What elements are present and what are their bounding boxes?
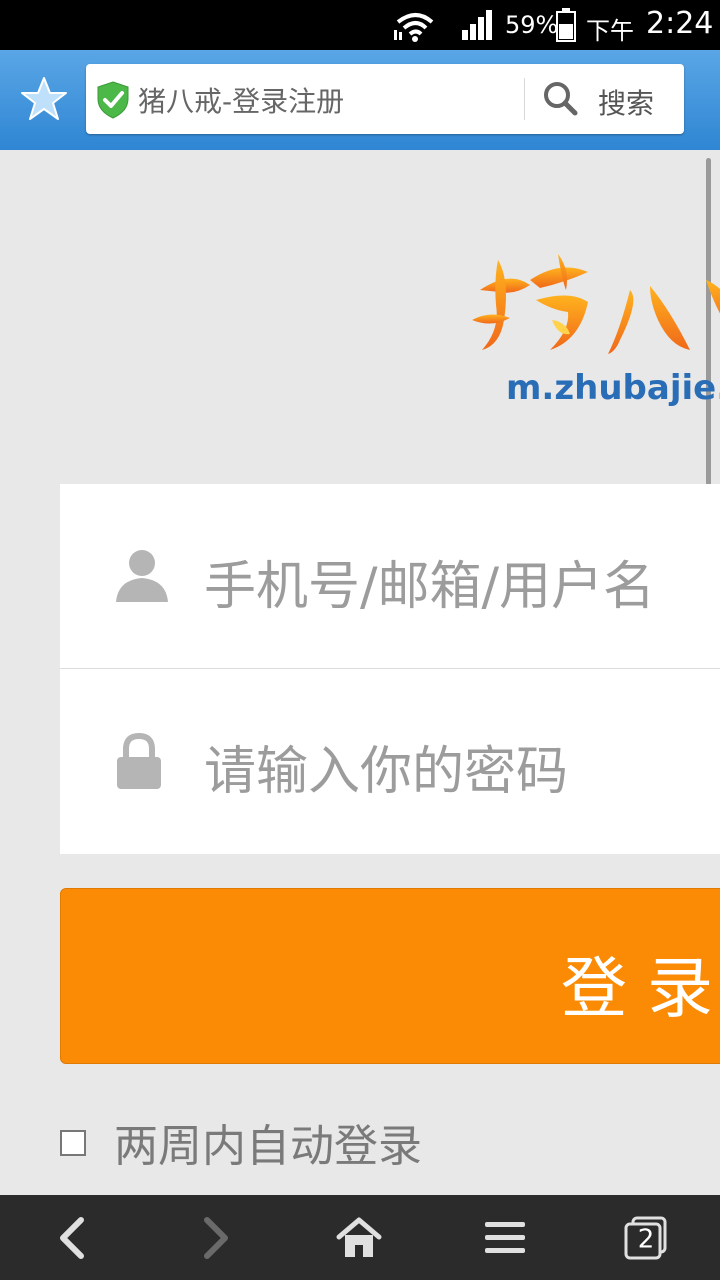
shield-check-icon: [97, 81, 129, 119]
login-button-label: 登录: [561, 950, 720, 1027]
address-divider: [524, 78, 525, 120]
chevron-left-icon: [60, 1216, 84, 1259]
status-bar: 59% 下午 2:24: [0, 0, 720, 50]
wifi-icon: [394, 13, 434, 42]
login-form: 手机号/邮箱/用户名 请输入你的密码: [60, 484, 720, 854]
menu-button[interactable]: [455, 1195, 555, 1280]
bottom-nav: 2: [0, 1195, 720, 1280]
chevron-right-icon: [204, 1216, 228, 1259]
search-label: 搜索: [598, 87, 655, 120]
password-field[interactable]: 请输入你的密码: [60, 669, 720, 853]
login-button[interactable]: 登录: [60, 888, 720, 1064]
home-icon: [336, 1217, 382, 1257]
remember-label: 两周内自动登录: [114, 1121, 422, 1172]
search-icon: [544, 82, 578, 116]
home-button[interactable]: [309, 1195, 409, 1280]
browser-toolbar: 猪八戒-登录注册 搜索: [0, 50, 720, 150]
battery-icon: [556, 8, 576, 42]
username-placeholder: 手机号/邮箱/用户名: [204, 557, 656, 617]
forward-button[interactable]: [166, 1195, 266, 1280]
zhubajie-logo: m.zhubajie.: [470, 250, 720, 410]
address-bar[interactable]: 猪八戒-登录注册 搜索: [86, 64, 684, 134]
battery-percent: 59%: [505, 11, 559, 39]
remember-me[interactable]: 两周内自动登录: [60, 1110, 540, 1172]
user-icon: [116, 550, 168, 602]
signal-icon: [462, 10, 492, 40]
lock-icon: [117, 732, 161, 789]
logo-mark: [472, 254, 720, 354]
back-button[interactable]: [22, 1195, 122, 1280]
clock: 2:24: [646, 6, 714, 41]
star-icon: [21, 77, 67, 120]
password-placeholder: 请输入你的密码: [204, 742, 569, 802]
logo-url: m.zhubajie.: [506, 368, 720, 408]
tab-count: 2: [637, 1224, 655, 1254]
username-field[interactable]: 手机号/邮箱/用户名: [60, 484, 720, 669]
bookmark-button[interactable]: [20, 76, 70, 124]
page-content[interactable]: m.zhubajie. 手机号/邮箱/用户名 请输入你的密码 登录 两周内自动登…: [0, 150, 720, 1195]
search-button[interactable]: 搜索: [542, 74, 672, 124]
menu-icon: [485, 1221, 525, 1253]
page-title: 猪八戒-登录注册: [138, 85, 345, 118]
am-pm: 下午: [586, 17, 634, 45]
remember-checkbox[interactable]: [60, 1130, 86, 1156]
tabs-button[interactable]: 2: [596, 1195, 696, 1280]
